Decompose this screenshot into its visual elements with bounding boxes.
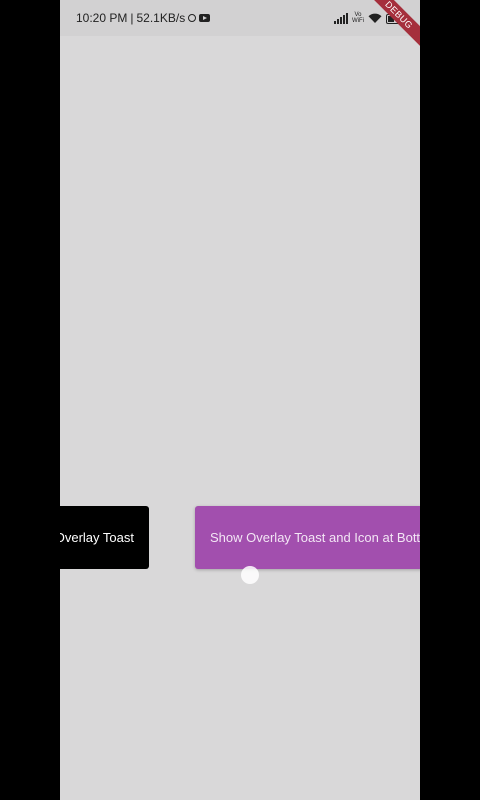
touch-indicator	[241, 566, 259, 584]
overlay-toast: Overlay Toast	[60, 506, 149, 569]
show-overlay-toast-button[interactable]: Show Overlay Toast and Icon at Bottom	[195, 506, 420, 569]
overlay-toast-text: Overlay Toast	[60, 530, 134, 545]
app-screen: 10:20 PM | 52.1KB/s Vo WiFi DEBUG Overla…	[60, 0, 420, 800]
volte-wifi-icon: Vo WiFi	[352, 12, 364, 24]
network-speed: 52.1KB/s	[136, 11, 186, 25]
wifi-icon	[368, 13, 382, 24]
status-time: 10:20 PM	[76, 11, 128, 25]
youtube-icon	[199, 14, 211, 22]
whatsapp-icon	[188, 14, 197, 22]
status-separator: |	[130, 11, 134, 25]
status-bar: 10:20 PM | 52.1KB/s Vo WiFi	[60, 0, 420, 36]
status-bar-left: 10:20 PM | 52.1KB/s	[76, 11, 211, 25]
signal-icon	[334, 13, 348, 24]
